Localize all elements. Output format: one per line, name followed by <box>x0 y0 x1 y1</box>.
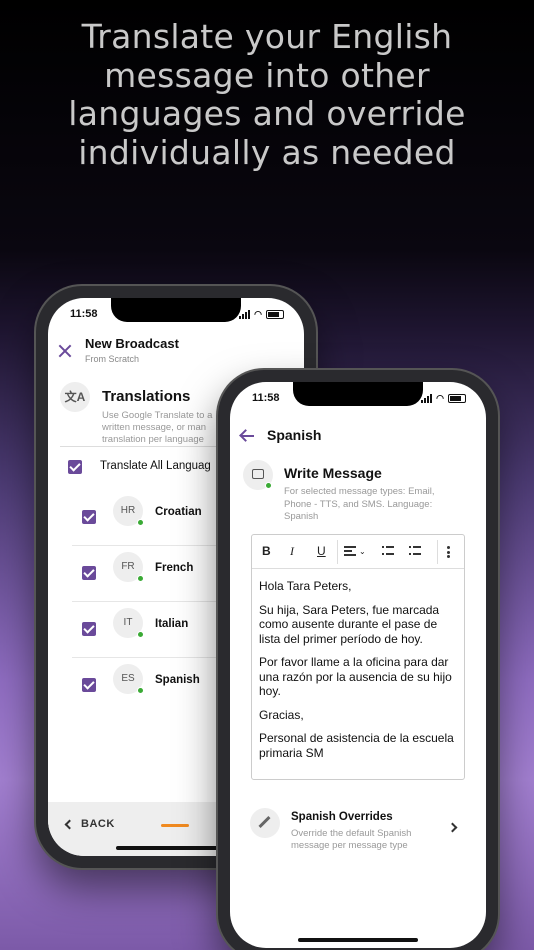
message-editor[interactable]: B I U ⌄ Hola Tara Peters, Su hija, Sara … <box>251 534 465 780</box>
chevron-right-icon <box>447 822 458 833</box>
notch <box>111 298 241 322</box>
battery-icon <box>266 310 284 319</box>
language-avatar: FR <box>113 552 144 582</box>
home-indicator <box>298 938 418 942</box>
status-dot <box>137 575 144 582</box>
page-title: New Broadcast <box>85 336 179 351</box>
language-name: Croatian <box>155 506 202 518</box>
language-name: Spanish <box>155 674 200 686</box>
chevron-left-icon <box>64 819 75 829</box>
align-icon[interactable] <box>344 546 356 556</box>
message-icon <box>243 460 273 490</box>
overrides-description: Override the default Spanish message per… <box>291 828 412 851</box>
progress-indicator <box>161 824 189 827</box>
language-checkbox[interactable] <box>82 510 96 524</box>
back-button[interactable]: BACK <box>64 818 115 830</box>
message-paragraph: Personal de asistencia de la escuela pri… <box>259 731 454 760</box>
translate-icon: 文A <box>60 382 90 412</box>
close-icon[interactable] <box>58 344 72 358</box>
language-avatar: ES <box>113 664 144 694</box>
battery-icon <box>448 394 466 403</box>
translate-all-checkbox[interactable] <box>68 460 82 474</box>
clock: 11:58 <box>252 392 280 404</box>
message-paragraph: Por favor llame a la oficina para dar un… <box>259 655 452 698</box>
overrides-title: Spanish Overrides <box>291 811 393 823</box>
message-paragraph: Gracias, <box>259 707 304 722</box>
language-name: Italian <box>155 618 189 630</box>
signal-icon <box>239 310 251 319</box>
underline-button[interactable]: U <box>317 544 326 558</box>
language-checkbox[interactable] <box>82 622 96 636</box>
signal-icon <box>421 394 433 403</box>
translations-description: Use Google Translate to a written messag… <box>102 410 213 445</box>
bullet-list-icon[interactable] <box>382 546 394 556</box>
status-dot <box>137 631 144 638</box>
language-name: French <box>155 562 194 574</box>
status-dot <box>265 482 272 489</box>
write-message-description: For selected message types: Email, Phone… <box>284 486 435 522</box>
language-avatar: HR <box>113 496 144 526</box>
language-avatar: IT <box>113 608 144 638</box>
language-checkbox[interactable] <box>82 678 96 692</box>
phone-spanish: 11:58 ◠ Spanish Write Message For select… <box>218 370 498 950</box>
page-subtitle: From Scratch <box>85 354 140 364</box>
message-body[interactable]: Hola Tara Peters, Su hija, Sara Peters, … <box>259 579 456 769</box>
message-paragraph: Su hija, Sara Peters, fue marcada como a… <box>259 602 440 646</box>
screen: 11:58 ◠ Spanish Write Message For select… <box>230 382 486 948</box>
clock: 11:58 <box>70 308 98 320</box>
spanish-overrides-row[interactable]: Spanish Overrides Override the default S… <box>230 802 486 852</box>
message-paragraph: Hola Tara Peters, <box>259 579 352 593</box>
more-options-icon[interactable] <box>447 546 450 558</box>
status-dot <box>137 519 144 526</box>
translations-title: Translations <box>102 388 191 405</box>
editor-toolbar: B I U ⌄ <box>252 535 464 569</box>
headline: Translate your English message into othe… <box>68 17 466 172</box>
bold-button[interactable]: B <box>262 544 271 558</box>
language-checkbox[interactable] <box>82 566 96 580</box>
header: Spanish <box>230 422 486 452</box>
italic-button[interactable]: I <box>290 544 294 559</box>
numbered-list-icon[interactable] <box>409 546 421 556</box>
chevron-down-icon[interactable]: ⌄ <box>359 547 366 556</box>
status-dot <box>137 687 144 694</box>
back-arrow-icon[interactable] <box>240 430 254 442</box>
wifi-icon: ◠ <box>254 309 262 319</box>
translate-all-label: Translate All Languag <box>100 460 211 472</box>
page-title: Spanish <box>267 427 322 443</box>
wifi-icon: ◠ <box>436 393 444 403</box>
notch <box>293 382 423 406</box>
edit-icon <box>250 808 280 838</box>
write-message-title: Write Message <box>284 465 382 481</box>
